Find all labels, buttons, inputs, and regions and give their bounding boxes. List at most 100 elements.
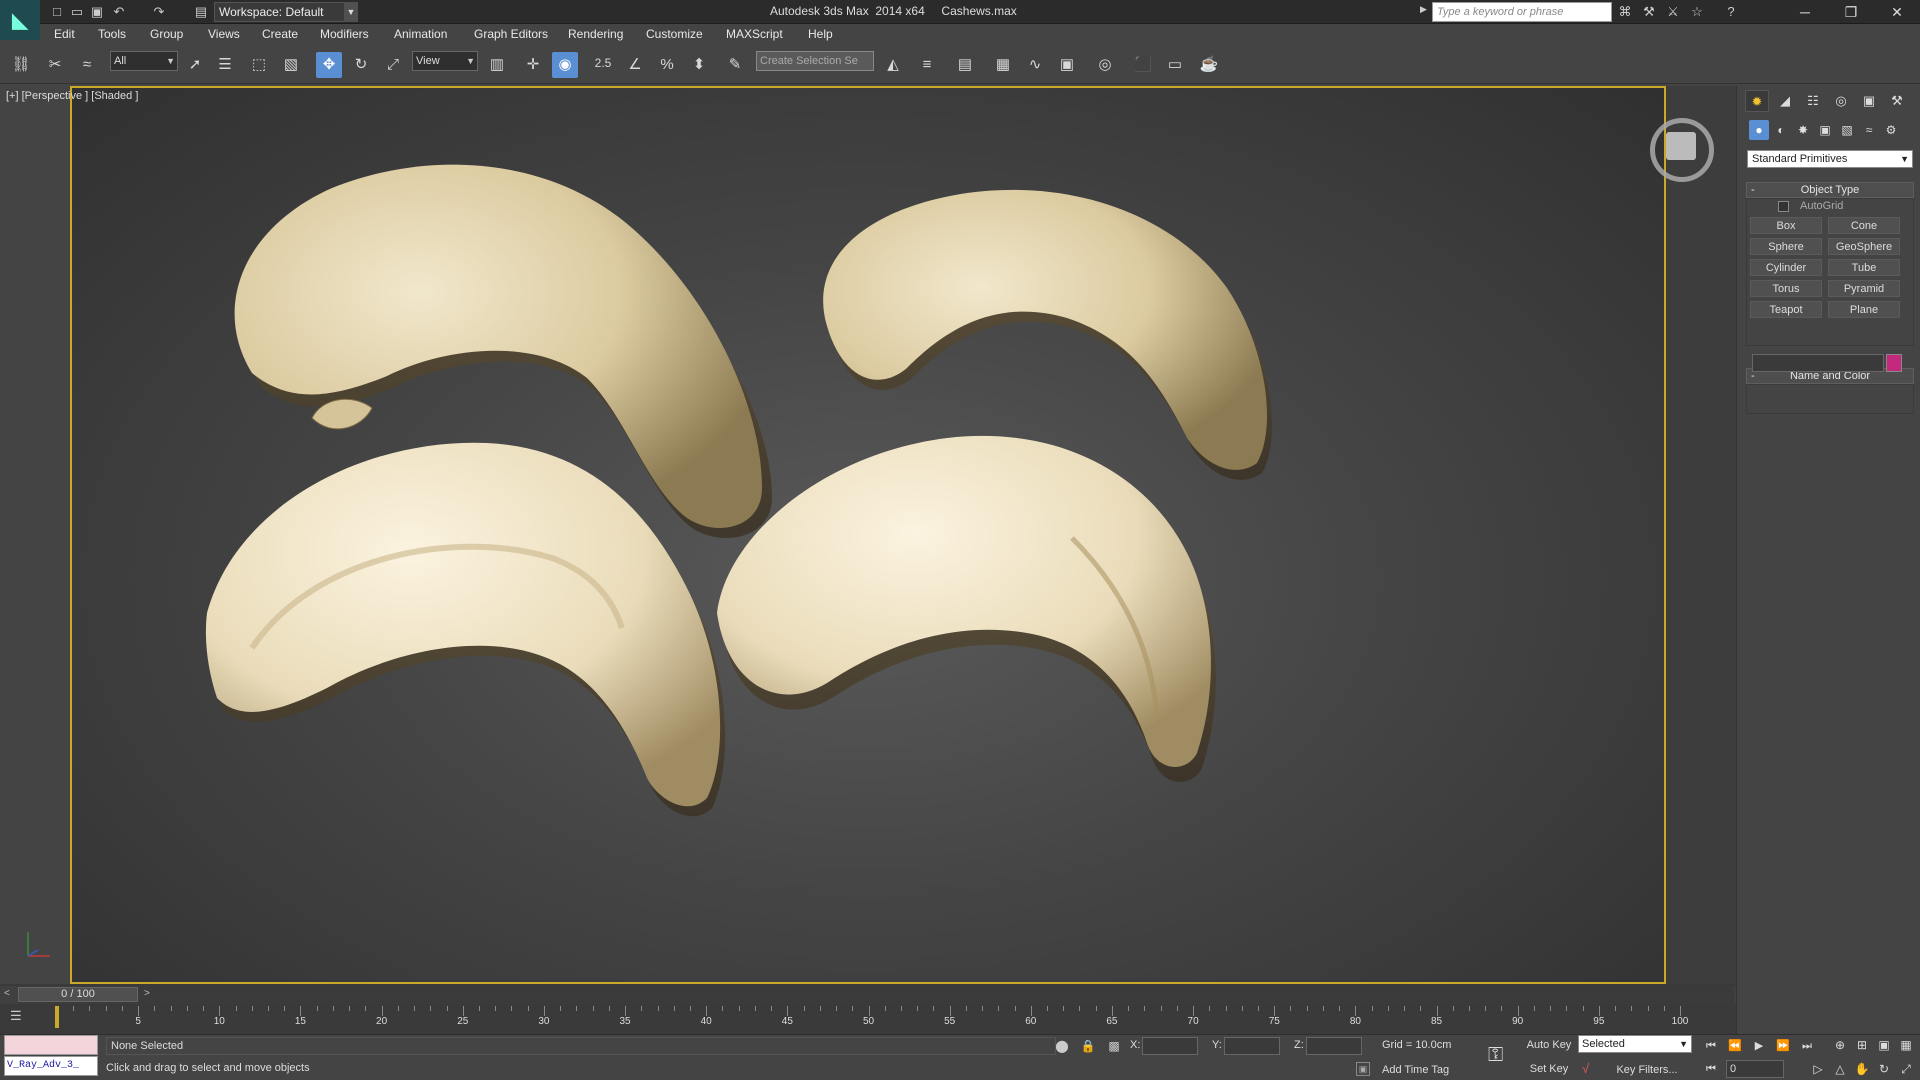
cashew-bottom-right[interactable]: [717, 435, 1216, 782]
save-file-icon[interactable]: ▣: [88, 3, 106, 21]
curve-editor-icon[interactable]: ∿: [1022, 52, 1048, 78]
window-crossing-icon[interactable]: ▧: [278, 52, 304, 78]
bind-to-space-warp-icon[interactable]: ≈: [74, 52, 100, 78]
maximize-button[interactable]: ❐: [1828, 0, 1874, 24]
shapes-icon[interactable]: ◐: [1771, 120, 1791, 140]
zoom-extents-all-icon[interactable]: ▦: [1896, 1036, 1916, 1054]
percent-snap-icon[interactable]: %: [654, 52, 680, 78]
systems-icon[interactable]: ⚙: [1881, 120, 1901, 140]
select-and-scale-icon[interactable]: ⤢: [380, 52, 406, 78]
select-and-move-icon[interactable]: ✥: [316, 52, 342, 78]
menu-help[interactable]: Help: [808, 27, 833, 41]
previous-frame-icon[interactable]: ⏪: [1724, 1037, 1746, 1055]
selection-lock-icon[interactable]: 🔒: [1080, 1038, 1096, 1054]
menu-group[interactable]: Group: [150, 27, 183, 41]
y-coordinate-field[interactable]: [1224, 1037, 1280, 1055]
minimize-button[interactable]: ─: [1782, 0, 1828, 24]
menu-views[interactable]: Views: [208, 27, 240, 41]
zoom-extents-icon[interactable]: ▣: [1874, 1036, 1894, 1054]
schematic-view-icon[interactable]: ▣: [1054, 52, 1080, 78]
cylinder-button[interactable]: Cylinder: [1750, 259, 1822, 276]
selection-filter-dropdown[interactable]: All ▼: [110, 51, 178, 71]
motion-tab-icon[interactable]: ◎: [1829, 90, 1853, 112]
material-editor-icon[interactable]: ◎: [1092, 52, 1118, 78]
object-name-field[interactable]: [1752, 354, 1884, 372]
project-folder-icon[interactable]: ▤: [192, 3, 210, 21]
unlink-selection-icon[interactable]: ✂: [42, 52, 68, 78]
current-frame-field[interactable]: 0: [1726, 1060, 1784, 1078]
field-of-view-icon[interactable]: △: [1830, 1060, 1850, 1078]
menu-tools[interactable]: Tools: [98, 27, 126, 41]
x-coordinate-field[interactable]: [1142, 1037, 1198, 1055]
open-file-icon[interactable]: ▭: [68, 3, 86, 21]
go-to-start-icon[interactable]: ⏮: [1700, 1037, 1722, 1055]
absolute-mode-icon[interactable]: ▩: [1106, 1038, 1122, 1054]
next-frame-icon[interactable]: ⏩: [1772, 1037, 1794, 1055]
snaps-toggle-icon[interactable]: 2.5: [590, 50, 616, 76]
help-icon[interactable]: ?: [1722, 3, 1740, 21]
create-tab-icon[interactable]: ✹: [1745, 90, 1769, 112]
new-file-icon[interactable]: □: [48, 3, 66, 21]
workspace-dropdown[interactable]: Workspace: Default: [214, 2, 358, 22]
edit-named-selection-icon[interactable]: ✎: [722, 52, 748, 78]
viewport-label[interactable]: [+] [Perspective ] [Shaded ]: [6, 90, 138, 102]
time-slider-next[interactable]: >: [144, 988, 150, 999]
zoom-all-icon[interactable]: ⊞: [1852, 1036, 1872, 1054]
add-time-tag-button[interactable]: Add Time Tag: [1382, 1064, 1449, 1076]
mini-curve-editor-icon[interactable]: ☰: [10, 1008, 22, 1024]
cashew-top-right[interactable]: [823, 189, 1272, 480]
modify-tab-icon[interactable]: ◢: [1773, 90, 1797, 112]
undo-icon[interactable]: ↶: [110, 3, 128, 21]
maxscript-listener-top[interactable]: [4, 1035, 98, 1055]
current-frame-marker[interactable]: [55, 1006, 59, 1028]
angle-snap-icon[interactable]: ∠: [622, 52, 648, 78]
tools-icon[interactable]: ⚔: [1664, 3, 1682, 21]
graphite-toolset-icon[interactable]: ▦: [990, 52, 1016, 78]
key-icon[interactable]: ⚒: [1640, 3, 1658, 21]
select-and-rotate-icon[interactable]: ↻: [348, 52, 374, 78]
spinner-snap-icon[interactable]: ⬍: [686, 52, 712, 78]
select-and-manipulate-icon[interactable]: ✛: [520, 52, 546, 78]
chevron-down-icon[interactable]: ▼: [344, 2, 358, 22]
go-to-end-icon[interactable]: ⏭: [1796, 1037, 1818, 1055]
mirror-icon[interactable]: ◭: [880, 52, 906, 78]
box-button[interactable]: Box: [1750, 217, 1822, 234]
pyramid-button[interactable]: Pyramid: [1828, 280, 1900, 297]
cone-button[interactable]: Cone: [1828, 217, 1900, 234]
time-slider-track[interactable]: [18, 986, 1734, 1004]
select-by-name-icon[interactable]: ☰: [212, 52, 238, 78]
play-triangle-icon[interactable]: ▶: [1420, 4, 1427, 15]
orbit-icon[interactable]: ↻: [1874, 1060, 1894, 1078]
tube-button[interactable]: Tube: [1828, 259, 1900, 276]
select-and-link-icon[interactable]: ⛓: [8, 52, 34, 78]
maximize-viewport-icon[interactable]: ⤢: [1896, 1060, 1916, 1078]
menu-animation[interactable]: Animation: [394, 27, 447, 41]
viewcube-face[interactable]: [1666, 132, 1696, 160]
time-tag-icon[interactable]: ▣: [1356, 1062, 1370, 1076]
autogrid-checkbox[interactable]: [1778, 201, 1789, 212]
close-button[interactable]: ✕: [1874, 0, 1920, 24]
align-icon[interactable]: ≡: [914, 52, 940, 78]
geometry-icon[interactable]: ●: [1749, 120, 1769, 140]
set-key-button[interactable]: Set Key: [1524, 1060, 1574, 1078]
menu-modifiers[interactable]: Modifiers: [320, 27, 369, 41]
perspective-viewport[interactable]: [70, 86, 1666, 984]
object-type-rollout-header[interactable]: - Object Type: [1746, 182, 1914, 198]
rectangular-selection-icon[interactable]: ⬚: [246, 52, 272, 78]
auto-key-button[interactable]: Auto Key: [1524, 1036, 1574, 1054]
menu-maxscript[interactable]: MAXScript: [726, 27, 783, 41]
zoom-icon[interactable]: ⊕: [1830, 1036, 1850, 1054]
object-color-swatch[interactable]: [1886, 354, 1902, 372]
default-tangent-icon[interactable]: √: [1582, 1061, 1589, 1076]
pan-view-icon[interactable]: ✋: [1852, 1060, 1872, 1078]
search-input[interactable]: Type a keyword or phrase: [1432, 2, 1612, 22]
plane-button[interactable]: Plane: [1828, 301, 1900, 318]
select-object-icon[interactable]: ➚: [182, 52, 208, 78]
named-selection-set-dropdown[interactable]: Create Selection Se: [756, 51, 874, 71]
layer-manager-icon[interactable]: ▤: [952, 52, 978, 78]
set-keys-icon[interactable]: ⚿: [1488, 1044, 1503, 1067]
rendered-frame-window-icon[interactable]: ▭: [1162, 52, 1188, 78]
key-filters-button[interactable]: Key Filters...: [1602, 1061, 1692, 1079]
primitives-dropdown[interactable]: Standard Primitives ▼: [1747, 150, 1913, 168]
geosphere-button[interactable]: GeoSphere: [1828, 238, 1900, 255]
